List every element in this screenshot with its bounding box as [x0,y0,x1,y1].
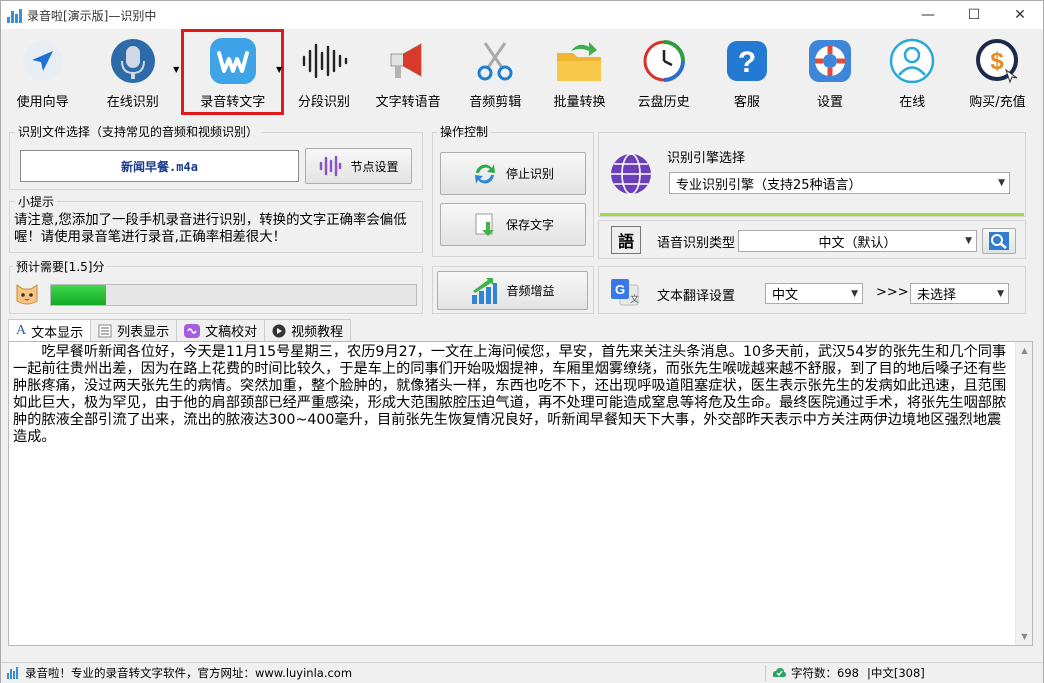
progress-fill [51,285,106,305]
file-select-title: 识别文件选择（支持常见的音频和视频识别） [15,123,262,140]
app-logo-icon [7,667,18,679]
operation-title: 操作控制 [437,123,492,140]
toolbar-customer-service-button[interactable]: ? 客服 [706,29,787,115]
scissors-icon [471,37,519,85]
help-icon: ? [723,37,771,85]
maximize-button[interactable]: ☐ [951,1,997,29]
node-settings-button[interactable]: 节点设置 [305,148,412,184]
tab-proofread[interactable]: 文稿校对 [176,319,266,341]
language-char-icon: 語 [611,226,641,254]
selected-file-field[interactable]: 新闻早餐.m4a [20,150,299,182]
engine-underline [600,213,1024,216]
transcript-text: 吃早餐听新闻各位好，今天是11月15号星期三，农历9月27，一文在上海问候您，早… [13,344,1007,445]
toolbar-text-to-speech-button[interactable]: 文字转语音 [364,29,453,115]
globe-icon [609,152,653,196]
chevron-down-icon: ▼ [998,178,1005,188]
chevron-down-icon[interactable]: ▼ [173,65,179,74]
lifebuoy-icon [806,37,854,85]
chevron-down-icon: ▼ [997,288,1004,299]
minimize-button[interactable]: — [905,1,951,29]
svg-text:G: G [615,282,625,297]
stop-recognition-button[interactable]: 停止识别 [440,152,586,195]
refresh-icon [474,163,495,184]
translate-to-select[interactable]: 未选择 ▼ [910,283,1009,304]
engine-select[interactable]: 专业识别引擎（支持25种语言） ▼ [669,172,1010,194]
window-title: 录音啦[演示版]—识别中 [27,8,157,23]
chevron-down-icon[interactable]: ▼ [276,65,282,74]
speech-type-label: 语音识别类型 [657,236,736,251]
close-button[interactable]: ✕ [997,1,1043,29]
app-window: 录音啦[演示版]—识别中 — ☐ ✕ 使用向导 在线识别 ▼ 录音转文字 ▼ 分… [0,0,1044,683]
toolbar-buy-recharge-button[interactable]: $ 购买/充值 [952,29,1043,115]
save-text-button[interactable]: 保存文字 [440,203,586,246]
scroll-down-icon[interactable]: ▼ [1016,628,1032,645]
toolbar-cloud-history-button[interactable]: 云盘历史 [621,29,706,115]
toolbar-segment-recognition-button[interactable]: 分段识别 [284,29,363,115]
toolbar-batch-convert-button[interactable]: 批量转换 [538,29,621,115]
vertical-scrollbar[interactable]: ▲ ▼ [1015,342,1032,645]
proofread-icon [184,323,201,338]
microphone-icon [109,37,157,85]
engine-title: 识别引擎选择 [667,151,746,166]
translate-label: 文本翻译设置 [657,289,736,304]
app-logo-icon [7,7,23,23]
toolbar-online-status-button[interactable]: 在线 [873,29,952,115]
navigation-arrow-icon [19,37,67,85]
translate-from-select[interactable]: 中文 ▼ [765,283,863,304]
list-icon [98,324,112,337]
toolbar-guide-button[interactable]: 使用向导 [1,29,84,115]
text-a-icon: A [16,323,27,338]
dollar-coin-icon: $ [973,37,1021,85]
transcript-textarea[interactable]: 吃早餐听新闻各位好，今天是11月15号星期三，农历9月27，一文在上海问候您，早… [8,341,1033,646]
view-tabs: A 文本显示 列表显示 文稿校对 视频教程 [8,319,352,342]
google-translate-icon: G文 [610,277,640,307]
tips-title: 小提示 [15,193,58,210]
video-icon [272,324,286,337]
folder-arrow-icon [555,37,603,85]
title-bar: 录音啦[演示版]—识别中 — ☐ ✕ [1,1,1043,29]
toolbar-online-recognition-button[interactable]: 在线识别 ▼ [84,29,181,115]
svg-text:文: 文 [630,293,639,305]
status-divider [765,665,766,681]
language-count: |中文[308] [866,666,925,680]
chevron-down-icon: ▼ [851,288,858,299]
search-button[interactable] [982,228,1016,254]
save-document-icon [475,213,494,236]
toolbar-audio-to-text-button[interactable]: 录音转文字 ▼ [181,29,285,115]
bar-chart-up-icon [472,277,498,304]
svg-text:?: ? [738,46,756,79]
svg-text:$: $ [991,48,1005,75]
scroll-up-icon[interactable]: ▲ [1016,342,1032,359]
user-icon [888,37,936,85]
audio-gain-button[interactable]: 音频增益 [437,271,588,310]
speech-type-select[interactable]: 中文（默认） ▼ [738,230,977,252]
estimate-title: 预计需要[1.5]分 [13,258,108,275]
audio-bars-icon [320,155,342,177]
cloud-check-icon [772,668,786,677]
toolbar-audio-edit-button[interactable]: 音频剪辑 [453,29,538,115]
cat-mascot-icon [13,279,41,307]
main-toolbar: 使用向导 在线识别 ▼ 录音转文字 ▼ 分段识别 文字转语音 音频剪辑 批量转换… [1,29,1043,119]
char-count: 字符数：698 [791,666,859,680]
status-message: 录音啦！专业的录音转文字软件，官方网址：www.luyinla.com [25,666,353,680]
clock-history-icon [640,37,688,85]
tab-video-tutorial[interactable]: 视频教程 [264,319,352,341]
tab-text-display[interactable]: A 文本显示 [8,319,92,342]
tips-text: 请注意,您添加了一段手机录音进行识别，转换的文字正确率会偏低喔！请使用录音笔进行… [14,213,407,245]
toolbar-settings-button[interactable]: 设置 [787,29,872,115]
waveform-icon [300,37,348,85]
estimate-progress-bar [50,284,417,306]
w-logo-icon [209,37,257,85]
chevron-down-icon: ▼ [965,236,972,246]
search-icon [989,232,1009,250]
status-bar: 录音啦！专业的录音转文字软件，官方网址：www.luyinla.com 字符数：… [1,662,1043,683]
tab-list-display[interactable]: 列表显示 [90,319,178,341]
translate-arrow: >>> [876,285,909,300]
megaphone-icon [384,37,432,85]
